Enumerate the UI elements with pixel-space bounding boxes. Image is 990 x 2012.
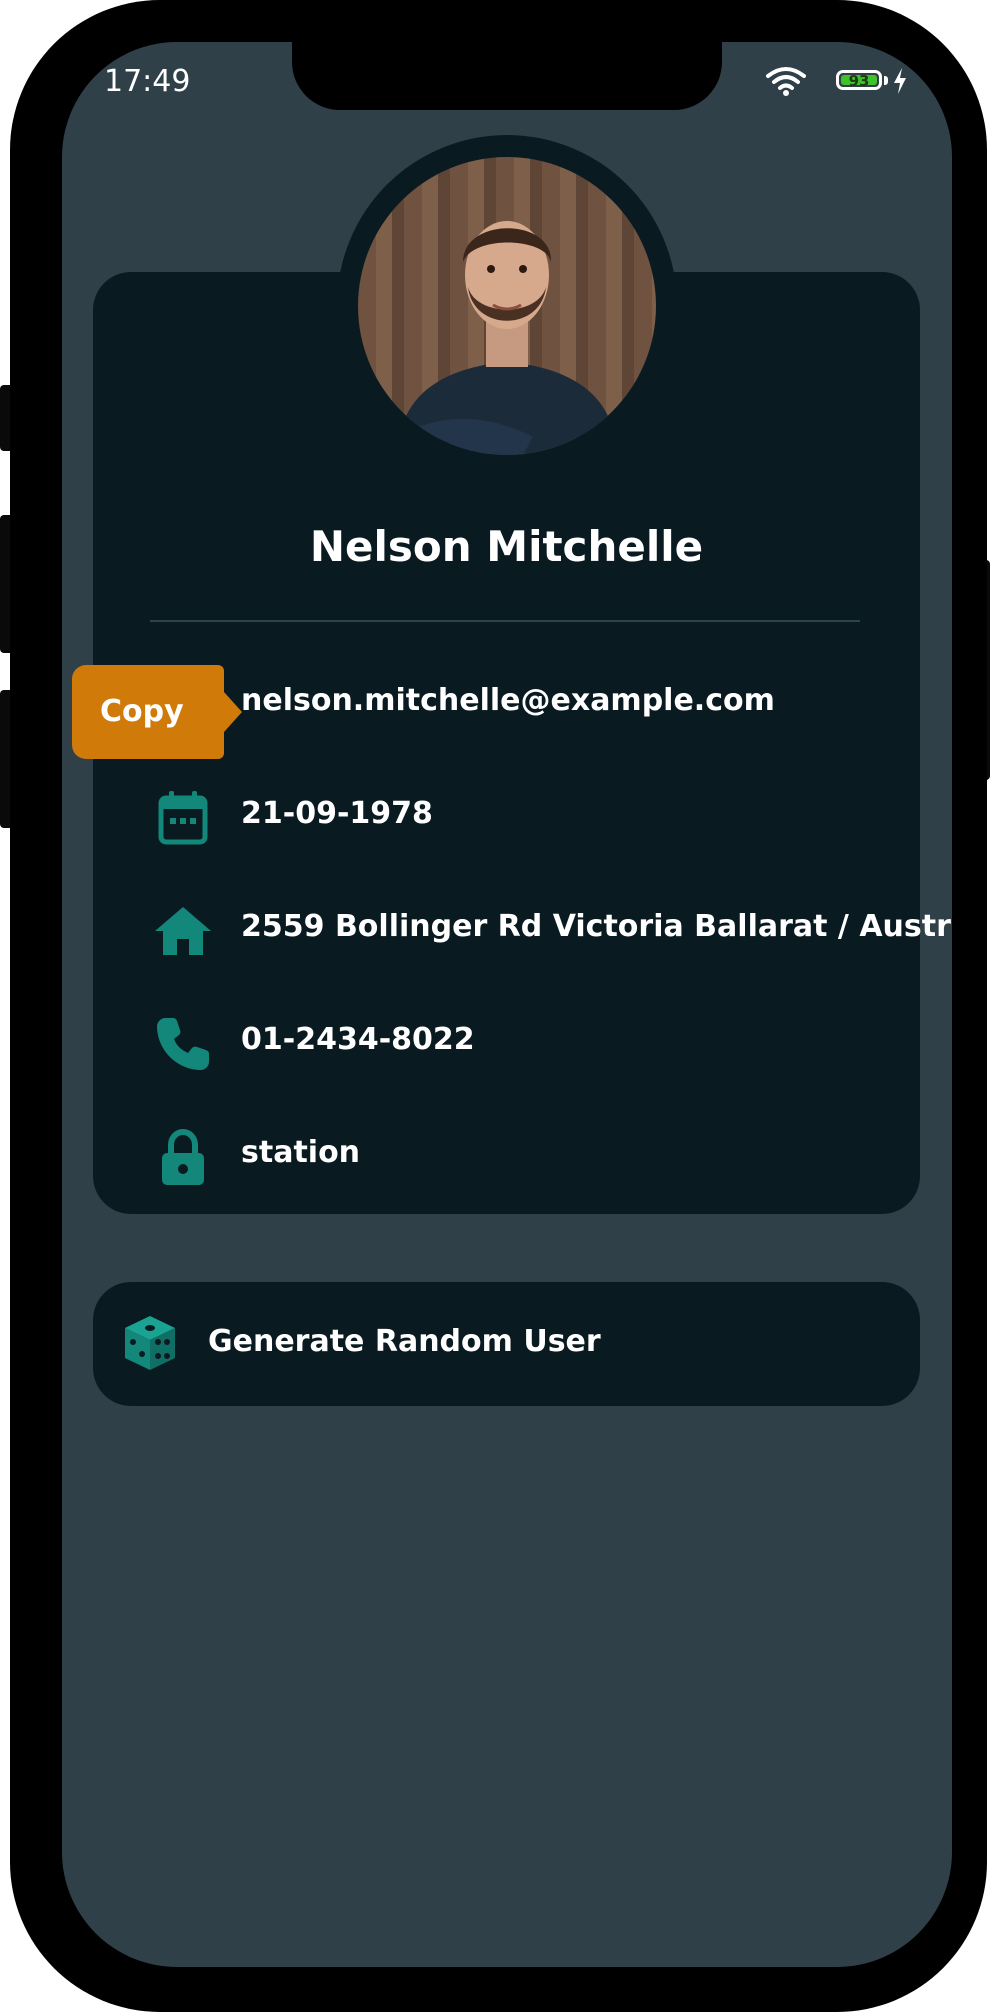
battery-level: 93	[841, 74, 877, 89]
status-icons: 93	[758, 66, 908, 102]
email-row[interactable]: Copy nelson.mitchelle@example.com	[72, 665, 920, 759]
battery-icon: 93	[836, 70, 882, 90]
email-value: nelson.mitchelle@example.com	[241, 683, 775, 718]
password-value: station	[241, 1135, 361, 1170]
phone-frame: 17:49 93 Nelson Mitchelle Copy nelson.mi…	[10, 0, 987, 2012]
divider	[150, 620, 860, 622]
dice-icon	[121, 1314, 179, 1372]
address-value: 2559 Bollinger Rd Victoria Ballarat / Au…	[241, 909, 952, 944]
lock-icon	[153, 1127, 213, 1187]
copy-button[interactable]: Copy	[72, 665, 242, 759]
wifi-icon	[766, 66, 806, 100]
app-screen: 17:49 93 Nelson Mitchelle Copy nelson.mi…	[62, 42, 952, 1967]
battery-cap	[884, 76, 888, 85]
password-row[interactable]: station	[93, 1121, 920, 1191]
birthday-row[interactable]: 21-09-1978	[93, 782, 920, 852]
birthday-value: 21-09-1978	[241, 796, 433, 831]
home-icon	[153, 901, 213, 961]
address-row[interactable]: 2559 Bollinger Rd Victoria Ballarat / Au…	[93, 895, 952, 965]
generate-button-label: Generate Random User	[208, 1324, 601, 1359]
avatar	[358, 157, 656, 455]
charging-bolt-icon	[892, 68, 908, 98]
notch	[292, 42, 722, 110]
phone-row[interactable]: 01-2434-8022	[93, 1008, 920, 1078]
phone-value: 01-2434-8022	[241, 1022, 475, 1057]
phone-icon	[153, 1014, 213, 1074]
generate-random-user-button[interactable]: Generate Random User	[93, 1282, 920, 1406]
status-time: 17:49	[104, 64, 191, 99]
user-name: Nelson Mitchelle	[309, 522, 704, 571]
calendar-icon	[153, 788, 213, 848]
